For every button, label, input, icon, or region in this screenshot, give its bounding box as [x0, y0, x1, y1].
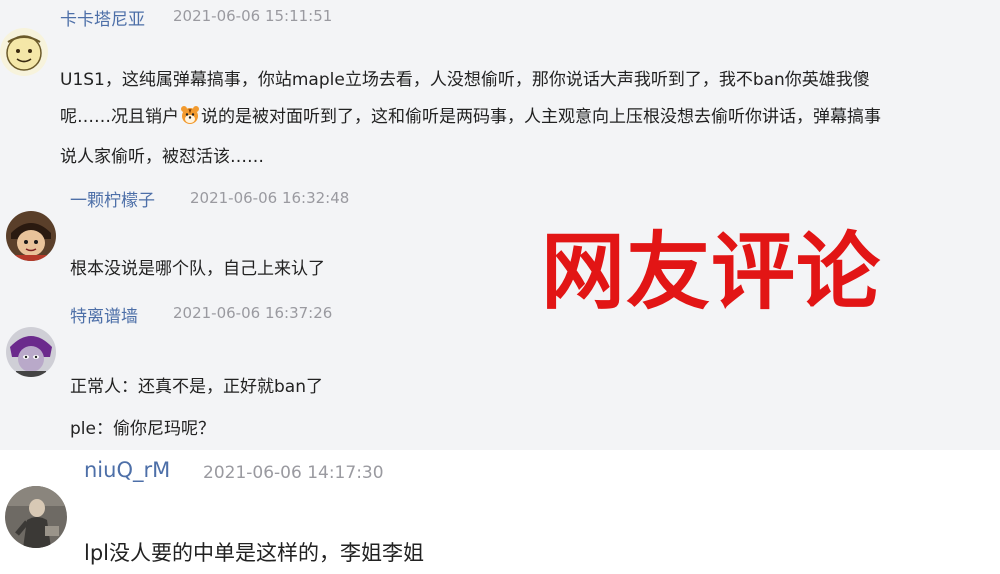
comment-text: lpl没人要的中单是这样的，李姐李姐 [84, 541, 424, 565]
comment-text: 根本没说是哪个队，自己上来认了 [70, 259, 325, 279]
username[interactable]: 一颗柠檬子 [70, 186, 155, 211]
username[interactable]: 特离谱墙 [70, 302, 138, 327]
comment-line: U1S1，这纯属弹幕搞事，你站maple立场去看，人没想偷听，那你说话大声我听到… [60, 70, 870, 90]
comment-line: 说人家偷听，被怼活该…… [60, 147, 264, 167]
figure-photo-avatar-icon [5, 486, 67, 548]
comment-text: 正常人：还真不是，正好就ban了 [70, 377, 323, 397]
comment-line-fragment: 呢……况且销户 [60, 107, 179, 127]
anime-character-avatar-icon [6, 211, 56, 261]
comment-line-fragment: 说的是被对面听到了，这和偷听是两码事，人主观意向上压根没想去偷听你讲话，弹幕搞事 [201, 107, 881, 127]
comment-text: ple：偷你尼玛呢？ [70, 419, 215, 439]
avatar[interactable] [6, 211, 56, 261]
timestamp: 2021-06-06 14:17:30 [203, 463, 384, 483]
avatar[interactable] [0, 28, 48, 76]
overlay-title: 网友评论 [541, 223, 882, 321]
comment-line: 呢……况且销户 说的是被对面听到了，这和偷听是两码事，人主观意向上压根没想去偷听… [60, 99, 995, 139]
timestamp: 2021-06-06 16:32:48 [190, 189, 350, 207]
tiger-face-emoji-icon [180, 102, 200, 139]
avatar[interactable] [5, 486, 67, 548]
timestamp: 2021-06-06 15:11:51 [173, 7, 333, 25]
timestamp: 2021-06-06 16:37:26 [173, 304, 333, 322]
username[interactable]: niuQ_rM [84, 458, 170, 482]
avatar[interactable] [6, 327, 56, 377]
cartoon-face-avatar-icon [0, 28, 48, 76]
username[interactable]: 卡卡塔尼亚 [60, 5, 145, 30]
purple-cartoon-avatar-icon [6, 327, 56, 377]
comment-text: U1S1，这纯属弹幕搞事，你站maple立场去看，人没想偷听，那你说话大声我听到… [60, 62, 995, 176]
